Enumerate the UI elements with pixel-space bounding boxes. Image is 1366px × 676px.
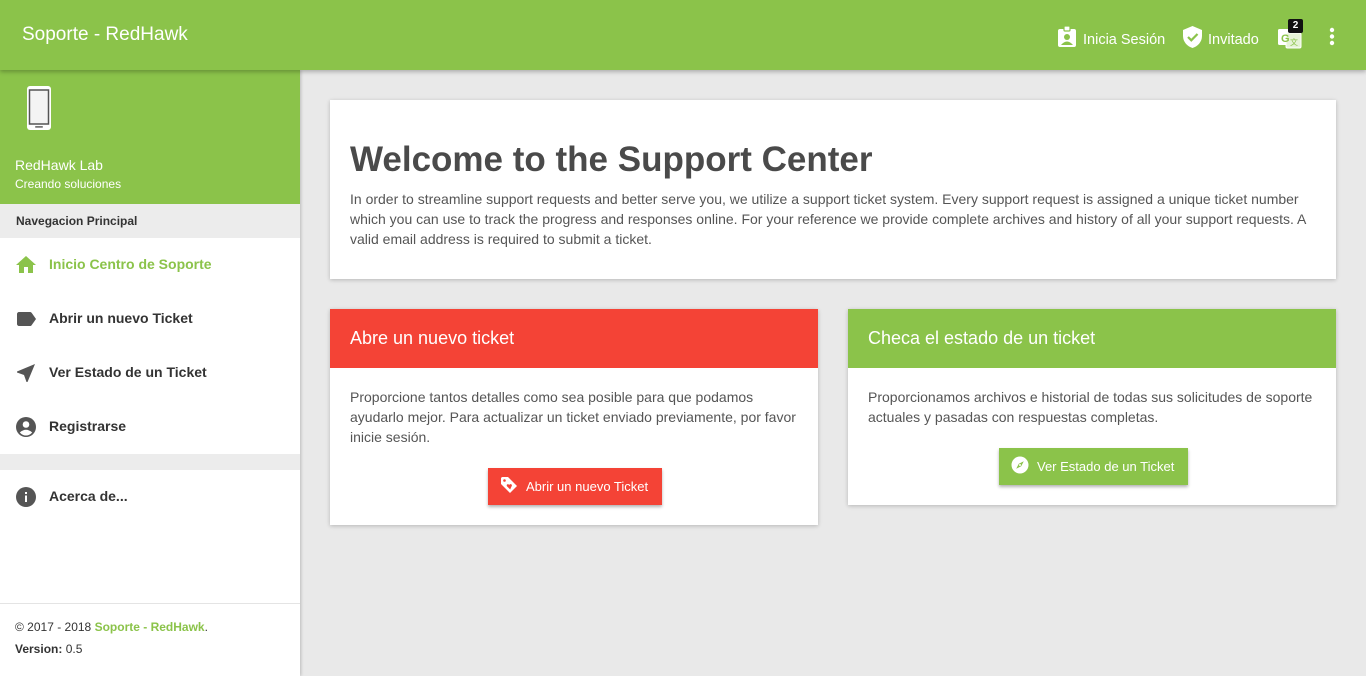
- sidebar-header: RedHawk Lab Creando soluciones: [0, 70, 300, 204]
- check-status-heading: Checa el estado de un ticket: [848, 309, 1336, 368]
- page-title: Welcome to the Support Center: [350, 140, 873, 179]
- version-value: 0.5: [65, 642, 83, 656]
- nav-section-title: Navegacion Principal: [0, 204, 300, 238]
- compass-icon: [1011, 456, 1037, 477]
- home-icon: [14, 253, 38, 277]
- notification-badge: 2: [1288, 19, 1303, 33]
- check-status-button[interactable]: Ver Estado de un Ticket: [999, 448, 1189, 485]
- sidebar-item-label: Inicio Centro de Soporte: [49, 256, 212, 272]
- app-title[interactable]: Soporte - RedHawk: [22, 24, 188, 46]
- sidebar-footer: © 2017 - 2018 Soporte - RedHawk. Version…: [0, 603, 300, 676]
- guest-button[interactable]: Invitado: [1183, 24, 1259, 50]
- sidebar-item-about[interactable]: Acerca de...: [0, 470, 300, 524]
- top-app-bar: Soporte - RedHawk Inicia Sesión Invitado…: [0, 0, 1366, 70]
- svg-text:文: 文: [1290, 37, 1298, 47]
- svg-text:G: G: [1281, 33, 1290, 45]
- sidebar: RedHawk Lab Creando soluciones Navegacio…: [0, 70, 300, 676]
- info-icon: [14, 485, 38, 509]
- verified-shield-icon: [1183, 26, 1202, 48]
- sidebar-item-ticket-status[interactable]: Ver Estado de un Ticket: [0, 346, 300, 400]
- brand-suffix: .: [204, 620, 208, 634]
- sidebar-item-new-ticket[interactable]: Abrir un nuevo Ticket: [0, 292, 300, 346]
- sidebar-item-register[interactable]: Registrarse: [0, 400, 300, 454]
- copyright-text: © 2017 - 2018: [15, 620, 92, 634]
- check-status-button-label: Ver Estado de un Ticket: [1037, 459, 1175, 474]
- open-ticket-button-label: Abrir un nuevo Ticket: [526, 479, 649, 494]
- translate-icon: G文: [1277, 29, 1303, 54]
- smartphone-icon: [26, 85, 52, 136]
- login-button[interactable]: Inicia Sesión: [1057, 24, 1165, 50]
- welcome-card: Welcome to the Support Center In order t…: [330, 100, 1336, 279]
- sidebar-item-label: Ver Estado de un Ticket: [49, 364, 207, 380]
- account-circle-icon: [14, 415, 38, 439]
- sidebar-item-label: Abrir un nuevo Ticket: [49, 310, 193, 326]
- welcome-text: In order to streamline support requests …: [350, 191, 1306, 247]
- open-ticket-card: Abre un nuevo ticket Proporcione tantos …: [330, 309, 818, 525]
- open-ticket-heading: Abre un nuevo ticket: [330, 309, 818, 368]
- org-name: RedHawk Lab: [15, 157, 103, 173]
- version-label: Version:: [15, 642, 63, 656]
- sidebar-item-label: Acerca de...: [49, 488, 128, 504]
- guest-label: Invitado: [1208, 32, 1259, 48]
- check-status-text: Proporcionamos archivos e historial de t…: [868, 389, 1313, 425]
- tag-heart-icon: [500, 476, 526, 497]
- org-tagline: Creando soluciones: [15, 177, 122, 191]
- sidebar-divider: [0, 454, 300, 470]
- open-ticket-text: Proporcione tantos detalles como sea pos…: [350, 389, 796, 445]
- brand-link[interactable]: Soporte - RedHawk: [95, 620, 205, 634]
- open-ticket-button[interactable]: Abrir un nuevo Ticket: [488, 468, 663, 505]
- more-menu-button[interactable]: [1322, 24, 1342, 50]
- login-label: Inicia Sesión: [1083, 32, 1166, 48]
- sidebar-item-label: Registrarse: [49, 418, 127, 434]
- check-status-card: Checa el estado de un ticket Proporciona…: [848, 309, 1336, 505]
- navigation-arrow-icon: [14, 361, 38, 385]
- sidebar-item-home[interactable]: Inicio Centro de Soporte: [0, 238, 300, 292]
- label-icon: [14, 307, 38, 331]
- contact-badge-icon: [1057, 26, 1077, 48]
- more-vert-icon: [1322, 27, 1342, 54]
